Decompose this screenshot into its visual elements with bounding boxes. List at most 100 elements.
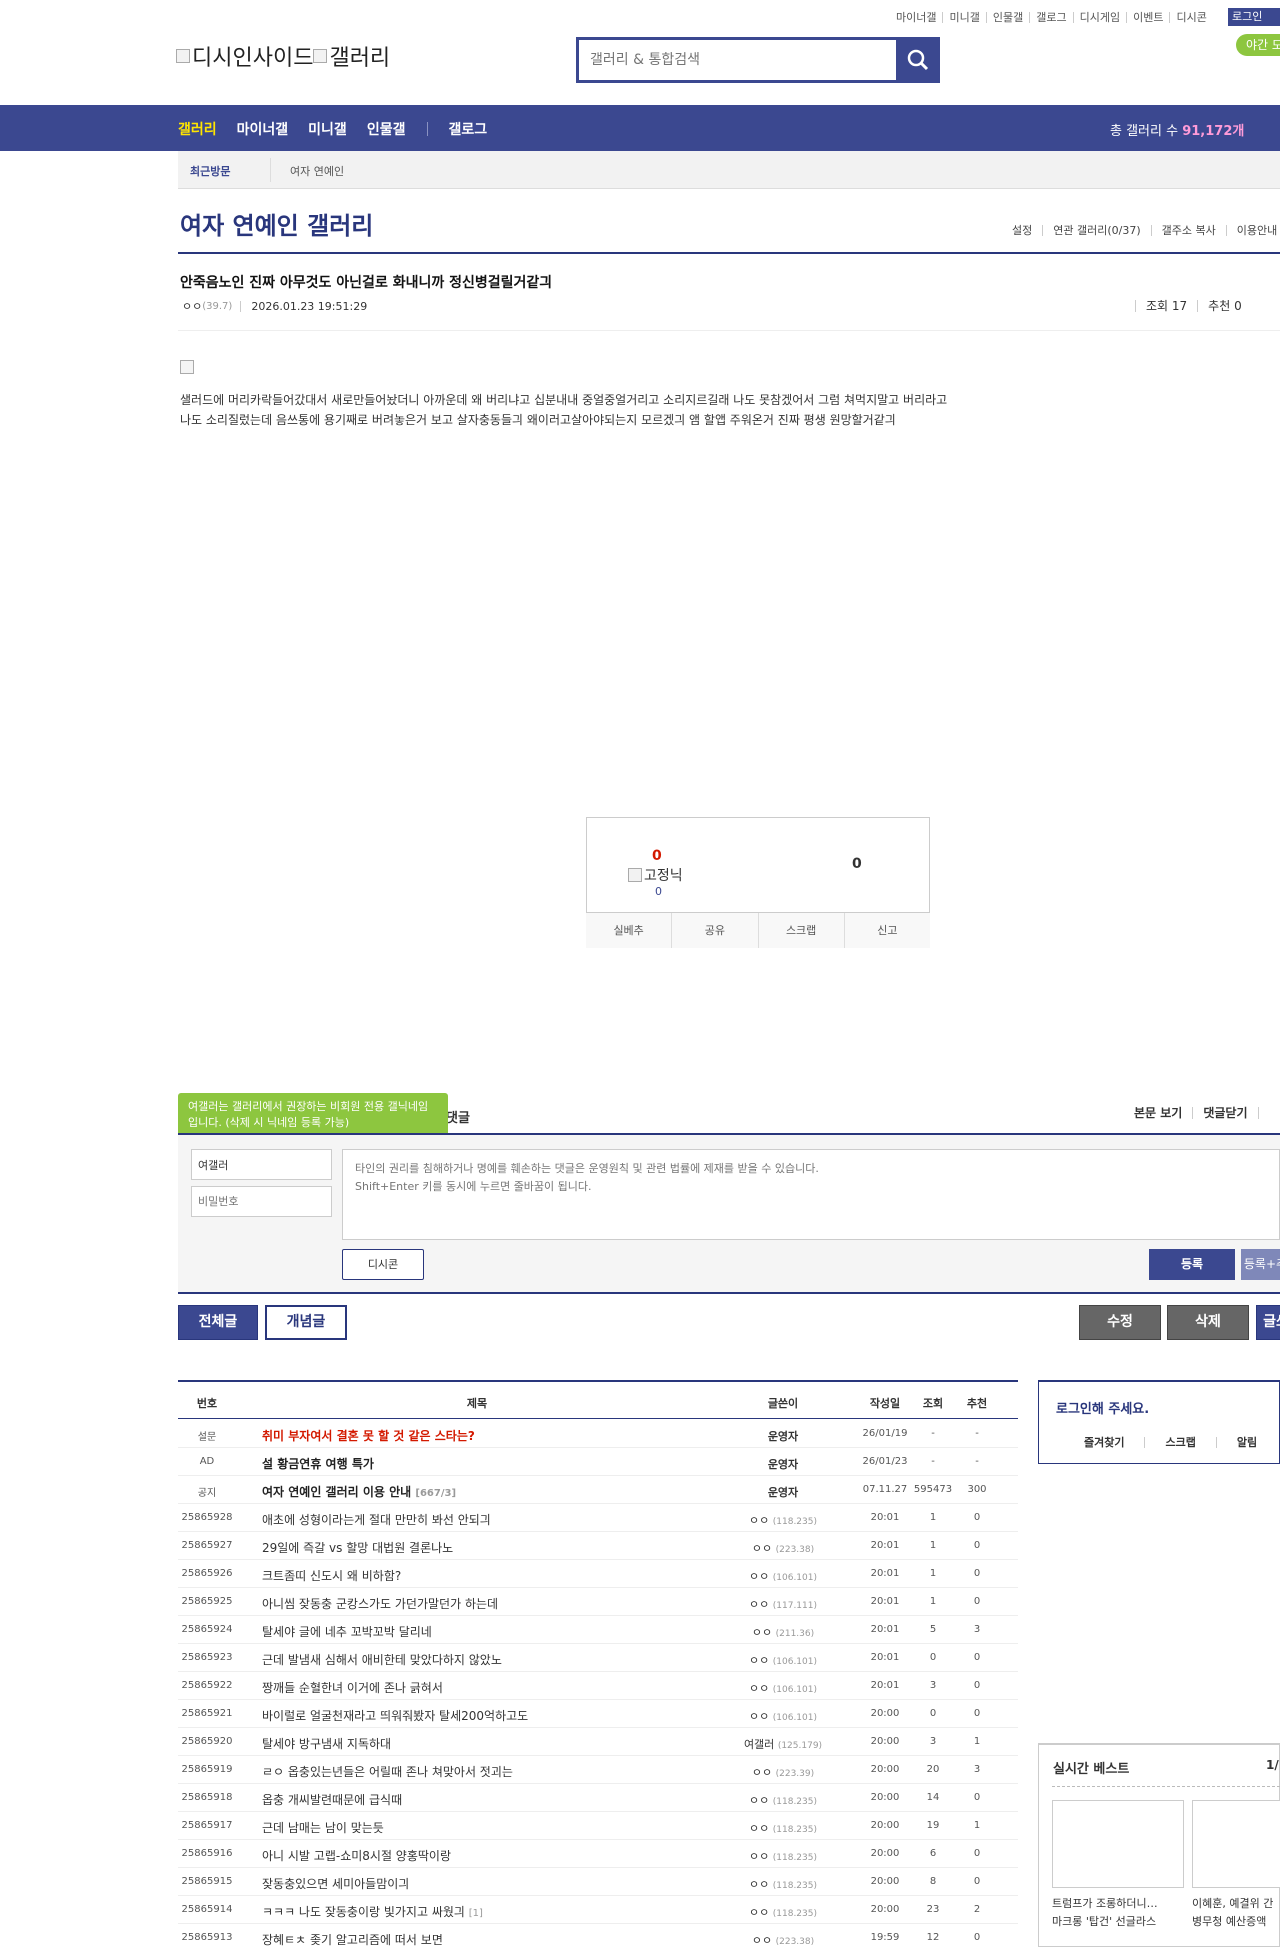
scrap-button[interactable]: 스크랩 bbox=[757, 913, 844, 948]
row-subject[interactable]: 취미 부자여서 결혼 못 할 것 같은 스타는? bbox=[262, 1427, 662, 1444]
edit-button[interactable]: 수정 bbox=[1079, 1305, 1161, 1340]
nav-item-person[interactable]: 인물갤 bbox=[367, 119, 406, 139]
row-writer-nick[interactable]: ㅇㅇ bbox=[749, 1878, 769, 1891]
row-subject-text[interactable]: 옵충 개씨발련때문에 급식때 bbox=[262, 1793, 402, 1807]
top-link-gallog[interactable]: 갤로그 bbox=[1029, 11, 1072, 23]
row-subject-text[interactable]: 장혜ㅌㅊ 좆기 알고리즘에 떠서 보면 bbox=[262, 1933, 443, 1947]
row-subject[interactable]: 바이럴로 얼굴천재라고 띄워줘봤자 탈세200억하고도 bbox=[262, 1707, 662, 1724]
comment-password-input[interactable] bbox=[191, 1186, 332, 1217]
row-writer[interactable]: ㅇㅇ (118.235) bbox=[698, 1512, 868, 1528]
row-subject-text[interactable]: 여자 연예인 갤러리 이용 안내 bbox=[262, 1485, 411, 1499]
share-button[interactable]: 공유 bbox=[671, 913, 757, 948]
nav-item-gallery[interactable]: 갤러리 bbox=[178, 119, 217, 139]
comment-submit-button[interactable]: 등록 bbox=[1149, 1249, 1235, 1280]
favorites-link[interactable]: 즐겨찾기 bbox=[1084, 1437, 1144, 1448]
table-row[interactable]: 25865928 애초에 성형이라는게 절대 만만히 봐선 안되긔 ㅇㅇ (118… bbox=[178, 1504, 1018, 1532]
recommend-count[interactable]: 0 bbox=[652, 848, 662, 864]
table-row[interactable]: 25865913 장혜ㅌㅊ 좆기 알고리즘에 떠서 보면 ㅇㅇ (223.38) 1… bbox=[178, 1924, 1018, 1947]
table-row[interactable]: 25865921 바이럴로 얼굴천재라고 띄워줘봤자 탈세200억하고도 ㅇㅇ (… bbox=[178, 1700, 1018, 1728]
best-caption[interactable]: 이혜훈, 예결위 간 병무청 예산증액 bbox=[1192, 1895, 1280, 1931]
report-button[interactable]: 신고 bbox=[843, 913, 930, 948]
close-comments-link[interactable]: 댓글닫기 bbox=[1192, 1107, 1257, 1119]
row-subject-text[interactable]: 짱깨들 순혈한녀 이거에 존나 긁혀서 bbox=[262, 1681, 443, 1695]
table-row[interactable]: 25865916 아니 시발 고랩-쇼미8시절 양홍딱이랑 ㅇㅇ (118.235… bbox=[178, 1840, 1018, 1868]
row-subject[interactable]: 크트좀띠 신도시 왜 비하함? bbox=[262, 1567, 662, 1584]
table-row[interactable]: AD 설 황금연휴 여행 특가 운영자 26/01/23 - - bbox=[178, 1448, 1018, 1476]
comment-textarea[interactable] bbox=[342, 1149, 1280, 1240]
top-link-minor[interactable]: 마이너갤 bbox=[890, 12, 942, 23]
row-writer[interactable]: ㅇㅇ (223.38) bbox=[698, 1932, 868, 1947]
row-writer-nick[interactable]: 운영자 bbox=[768, 1430, 798, 1443]
top-link-dcgame[interactable]: 디시게임 bbox=[1072, 11, 1126, 23]
table-row[interactable]: 25865924 탈세야 글에 네추 꼬박꼬박 달리네 ㅇㅇ (211.36) 20… bbox=[178, 1616, 1018, 1644]
row-writer-nick[interactable]: ㅇㅇ bbox=[752, 1934, 772, 1947]
top-link-mini[interactable]: 미니갤 bbox=[942, 11, 985, 23]
table-row[interactable]: 25865918 옵충 개씨발련때문에 급식때 ㅇㅇ (118.235) 20:00… bbox=[178, 1784, 1018, 1812]
row-reply-count[interactable]: [667/3] bbox=[415, 1488, 456, 1499]
row-writer[interactable]: 운영자 bbox=[698, 1484, 868, 1500]
row-subject[interactable]: 잦동충있으면 세미아들맘이긔 bbox=[262, 1875, 662, 1892]
login-prompt[interactable]: 로그인해 주세요. bbox=[1056, 1398, 1149, 1417]
row-subject-text[interactable]: 29일에 즉갈 vs 할망 대법원 결론나노 bbox=[262, 1541, 453, 1555]
gallery-title[interactable]: 여자 연예인 갤러리 bbox=[180, 206, 373, 241]
gallery-settings-link[interactable]: 설정 bbox=[1002, 225, 1042, 236]
row-subject[interactable]: 아니씸 잦동충 군캉스가도 가던가말던가 하는데 bbox=[262, 1595, 662, 1612]
nav-item-minor[interactable]: 마이너갤 bbox=[237, 119, 289, 139]
row-subject-text[interactable]: ㅋㅋㅋ 나도 잦동충이랑 빛가지고 싸웠긔 bbox=[262, 1905, 465, 1919]
row-writer[interactable]: ㅇㅇ (106.101) bbox=[698, 1568, 868, 1584]
row-subject-text[interactable]: 탈세야 방구냄새 지독하대 bbox=[262, 1737, 391, 1751]
row-reply-count[interactable]: [1] bbox=[469, 1908, 483, 1919]
row-writer-nick[interactable]: ㅇㅇ bbox=[749, 1822, 769, 1835]
nav-item-mini[interactable]: 미니갤 bbox=[308, 119, 347, 139]
not-recommend-count[interactable]: 0 bbox=[852, 856, 862, 872]
row-subject[interactable]: 탈세야 방구냄새 지독하대 bbox=[262, 1735, 662, 1752]
row-writer-nick[interactable]: ㅇㅇ bbox=[749, 1514, 769, 1527]
row-writer-nick[interactable]: ㅇㅇ bbox=[749, 1682, 769, 1695]
row-writer-nick[interactable]: ㅇㅇ bbox=[749, 1710, 769, 1723]
row-writer-nick[interactable]: ㅇㅇ bbox=[749, 1794, 769, 1807]
row-subject[interactable]: 여자 연예인 갤러리 이용 안내 [667/3] bbox=[262, 1483, 662, 1500]
post-author[interactable]: ㅇㅇ bbox=[182, 298, 202, 314]
row-writer-nick[interactable]: ㅇㅇ bbox=[749, 1906, 769, 1919]
night-mode-toggle[interactable]: 야간 모드 bbox=[1236, 34, 1280, 56]
row-subject[interactable]: 옵충 개씨발련때문에 급식때 bbox=[262, 1791, 662, 1808]
all-posts-button[interactable]: 전체글 bbox=[178, 1305, 258, 1340]
related-gallery-link[interactable]: 연관 갤러리(0/37) bbox=[1042, 225, 1150, 236]
comment-nickname-input[interactable] bbox=[191, 1149, 332, 1180]
row-subject-text[interactable]: 잦동충있으면 세미아들맘이긔 bbox=[262, 1877, 409, 1891]
login-button[interactable]: 로그인 bbox=[1228, 8, 1280, 26]
delete-button[interactable]: 삭제 bbox=[1167, 1305, 1249, 1340]
row-subject-text[interactable]: 바이럴로 얼굴천재라고 띄워줘봤자 탈세200억하고도 bbox=[262, 1709, 528, 1723]
scrap-link[interactable]: 스크랩 bbox=[1144, 1437, 1215, 1448]
recent-visit-label[interactable]: 최근방문 bbox=[190, 163, 230, 179]
notification-link[interactable]: 알림 bbox=[1215, 1437, 1277, 1448]
row-writer[interactable]: ㅇㅇ (118.235) bbox=[698, 1792, 868, 1808]
row-subject[interactable]: 짱깨들 순혈한녀 이거에 존나 긁혀서 bbox=[262, 1679, 662, 1696]
row-writer-nick[interactable]: 운영자 bbox=[768, 1458, 798, 1471]
row-writer-nick[interactable]: 운영자 bbox=[768, 1486, 798, 1499]
row-writer[interactable]: ㅇㅇ (106.101) bbox=[698, 1652, 868, 1668]
search-input[interactable] bbox=[579, 40, 896, 80]
row-writer[interactable]: ㅇㅇ (223.38) bbox=[698, 1540, 868, 1556]
row-subject[interactable]: 장혜ㅌㅊ 좆기 알고리즘에 떠서 보면 bbox=[262, 1931, 662, 1947]
concept-posts-button[interactable]: 개념글 bbox=[265, 1305, 347, 1340]
table-row[interactable]: 설문 취미 부자여서 결혼 못 할 것 같은 스타는? 운영자 26/01/19 -… bbox=[178, 1420, 1018, 1448]
row-writer-nick[interactable]: ㅇㅇ bbox=[752, 1542, 772, 1555]
row-subject-text[interactable]: 취미 부자여서 결혼 못 할 것 같은 스타는? bbox=[262, 1429, 475, 1443]
table-row[interactable]: 25865925 아니씸 잦동충 군캉스가도 가던가말던가 하는데 ㅇㅇ (117… bbox=[178, 1588, 1018, 1616]
row-writer-nick[interactable]: ㅇㅇ bbox=[749, 1850, 769, 1863]
row-writer[interactable]: 여갤러 (125.179) bbox=[698, 1736, 868, 1752]
gallery-guide-link[interactable]: 이용안내 bbox=[1225, 225, 1280, 236]
row-writer[interactable]: ㅇㅇ (106.101) bbox=[698, 1708, 868, 1724]
table-row[interactable]: 25865923 근데 발냄새 심해서 애비한테 맞았다하지 않았노 ㅇㅇ (10… bbox=[178, 1644, 1018, 1672]
row-subject-text[interactable]: 근데 발냄새 심해서 애비한테 맞았다하지 않았노 bbox=[262, 1653, 502, 1667]
best-thumbnail[interactable] bbox=[1192, 1800, 1280, 1888]
row-writer[interactable]: ㅇㅇ (118.235) bbox=[698, 1904, 868, 1920]
table-row[interactable]: 25865927 29일에 즉갈 vs 할망 대법원 결론나노 ㅇㅇ (223.3… bbox=[178, 1532, 1018, 1560]
search-button[interactable] bbox=[898, 40, 937, 80]
row-subject-text[interactable]: 설 황금연휴 여행 특가 bbox=[262, 1457, 374, 1471]
best-caption[interactable]: 트럼프가 조롱하더니… 마크롱 '탑건' 선글라스 bbox=[1052, 1895, 1184, 1931]
row-writer[interactable]: ㅇㅇ (118.235) bbox=[698, 1848, 868, 1864]
table-row[interactable]: 25865914 ㅋㅋㅋ 나도 잦동충이랑 빛가지고 싸웠긔 [1] ㅇㅇ (118… bbox=[178, 1896, 1018, 1924]
row-subject-text[interactable]: ㄹㅇ 옵충있는년들은 어릴때 존나 쳐맞아서 젓괴는 bbox=[262, 1765, 513, 1779]
